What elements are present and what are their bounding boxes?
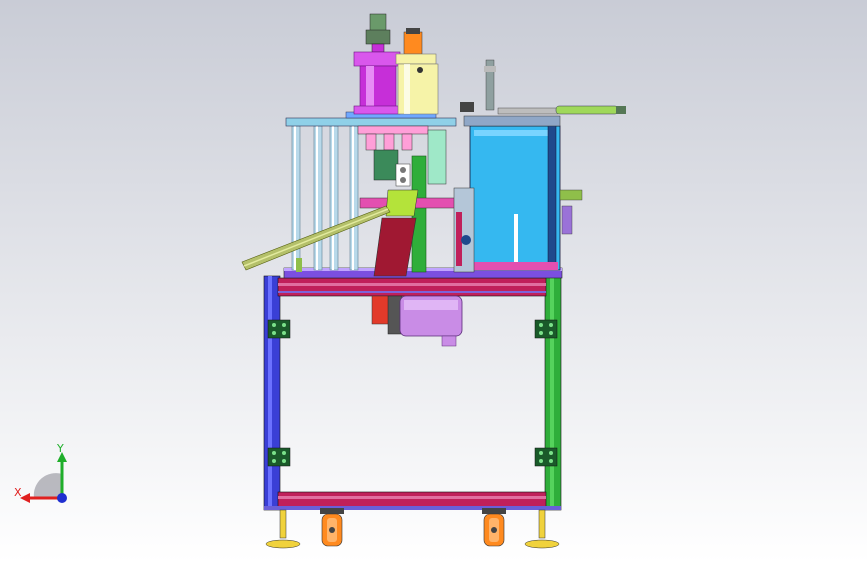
y-axis-label: Y — [56, 442, 64, 455]
drive-motor — [371, 295, 463, 347]
guide-columns — [291, 125, 359, 271]
caster-wheel-left — [320, 508, 344, 547]
leveling-foot-right — [524, 509, 560, 549]
view-orientation-triad: Y X — [14, 442, 67, 503]
pneumatic-cylinder-yellow — [395, 28, 439, 115]
graphics-viewport[interactable]: Y X — [0, 0, 867, 562]
push-rod-assembly — [460, 59, 626, 115]
pneumatic-cylinder-purple — [353, 13, 401, 115]
caster-wheel-right — [482, 508, 506, 547]
machine-assembly-model[interactable] — [0, 0, 867, 562]
leveling-foot-left — [265, 509, 301, 549]
x-axis-label: X — [14, 486, 22, 499]
side-gear — [453, 187, 475, 273]
control-cabinet — [463, 115, 583, 271]
